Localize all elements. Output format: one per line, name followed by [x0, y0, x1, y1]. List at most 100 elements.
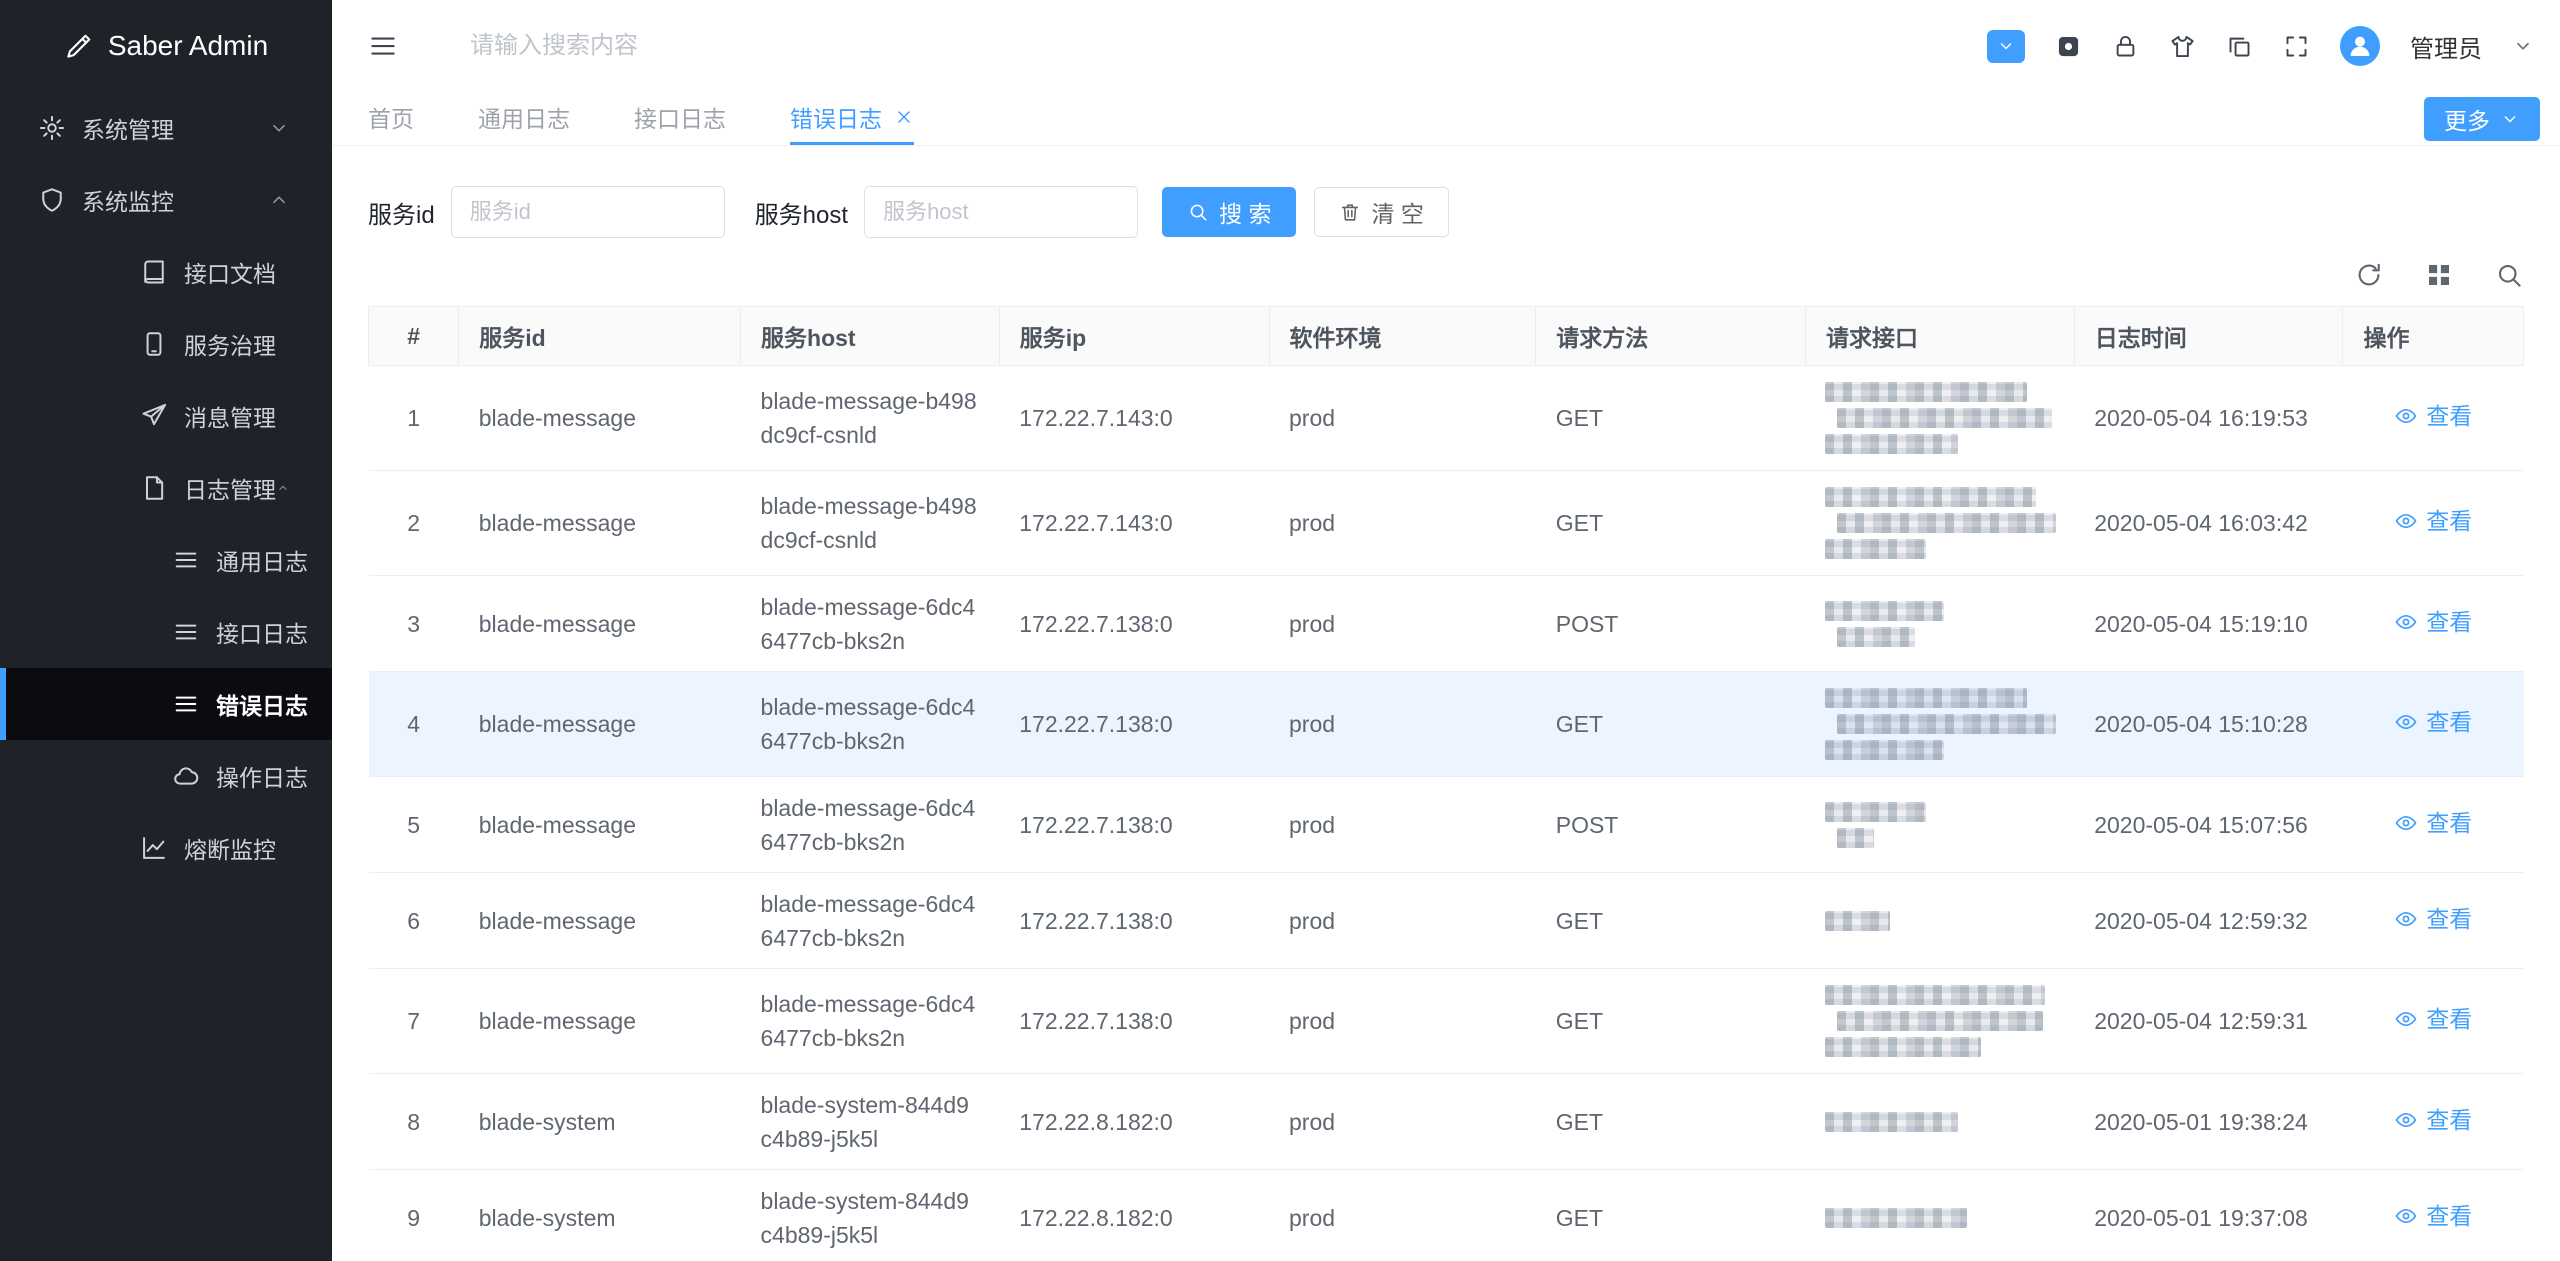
- column-header: #: [369, 307, 459, 366]
- widget-icon[interactable]: [2055, 33, 2082, 60]
- redacted-api-block: [1837, 627, 1915, 647]
- service-id-input[interactable]: [451, 186, 725, 238]
- send-icon: [140, 402, 168, 430]
- tab-首页[interactable]: 首页: [368, 92, 414, 145]
- sidebar-item-api-log[interactable]: 接口日志: [0, 596, 332, 668]
- redacted-api-block: [1825, 1037, 1981, 1057]
- page-content: 服务id 服务host 搜 索 清 空: [332, 146, 2560, 1261]
- app-window: Saber Admin 系统管理 系统监控 接口文档 服务治理 消息管理 日志管…: [0, 0, 2560, 1261]
- tab-通用日志[interactable]: 通用日志: [478, 92, 570, 145]
- column-header: 软件环境: [1269, 307, 1536, 366]
- column-header: 服务id: [459, 307, 741, 366]
- eye-icon: [2394, 710, 2418, 734]
- sidebar-item-system-management[interactable]: 系统管理: [0, 92, 332, 164]
- pen-icon: [64, 31, 94, 61]
- table-row: 2 blade-message blade-message-b498dc9cf-…: [369, 471, 2524, 576]
- search-button[interactable]: 搜 索: [1162, 187, 1296, 237]
- service-id-label: 服务id: [368, 195, 435, 230]
- list-icon: [172, 546, 200, 574]
- grid-icon[interactable]: [2424, 260, 2454, 290]
- global-search-input[interactable]: [470, 32, 900, 60]
- redacted-api-block: [1825, 382, 2026, 402]
- more-button[interactable]: 更多: [2424, 97, 2540, 141]
- shield-icon: [38, 186, 66, 214]
- redacted-api-block: [1837, 408, 2052, 428]
- service-host-input[interactable]: [864, 186, 1138, 238]
- table-row: 4 blade-message blade-message-6dc46477cb…: [369, 672, 2524, 777]
- sidebar-item-error-log[interactable]: 错误日志: [0, 668, 332, 740]
- top-header: 管理员: [332, 0, 2560, 92]
- user-name[interactable]: 管理员: [2410, 29, 2482, 64]
- view-link[interactable]: 查看: [2394, 902, 2472, 936]
- gear-icon: [38, 114, 66, 142]
- column-header: 请求方法: [1536, 307, 1806, 366]
- sidebar-item-service-governance[interactable]: 服务治理: [0, 308, 332, 380]
- user-chevron-down-icon[interactable]: [2512, 35, 2534, 57]
- filter-form: 服务id 服务host 搜 索 清 空: [368, 186, 2524, 238]
- log-table: #服务id服务host服务ip软件环境请求方法请求接口日志时间操作 1 blad…: [368, 306, 2524, 1261]
- view-link[interactable]: 查看: [2394, 1002, 2472, 1036]
- eye-icon: [2394, 907, 2418, 931]
- sidebar-item-general-log[interactable]: 通用日志: [0, 524, 332, 596]
- sidebar-menu: 系统管理 系统监控 接口文档 服务治理 消息管理 日志管理 通用日志 接口日志 …: [0, 92, 332, 884]
- refresh-icon[interactable]: [2354, 260, 2384, 290]
- redacted-api-block: [1837, 1011, 2043, 1031]
- tabs: 首页 通用日志 接口日志 错误日志: [368, 92, 978, 145]
- table-row: 8 blade-system blade-system-844d9c4b89-j…: [369, 1074, 2524, 1170]
- table-row: 3 blade-message blade-message-6dc46477cb…: [369, 576, 2524, 672]
- app-title: Saber Admin: [108, 30, 268, 62]
- redacted-api-block: [1837, 714, 2057, 734]
- tab-错误日志[interactable]: 错误日志: [790, 92, 914, 145]
- column-search-icon[interactable]: [2494, 260, 2524, 290]
- notice-badge-icon[interactable]: [1987, 30, 2025, 63]
- table-row: 9 blade-system blade-system-844d9c4b89-j…: [369, 1170, 2524, 1261]
- table-toolbar: [368, 260, 2524, 290]
- eye-icon: [2394, 509, 2418, 533]
- sidebar-item-api-docs[interactable]: 接口文档: [0, 236, 332, 308]
- view-link[interactable]: 查看: [2394, 1199, 2472, 1233]
- chevron-down-icon: [268, 117, 290, 139]
- theme-shirt-icon[interactable]: [2169, 33, 2196, 60]
- user-avatar[interactable]: [2340, 26, 2380, 66]
- tab-close-icon[interactable]: [894, 107, 914, 127]
- lock-icon[interactable]: [2112, 33, 2139, 60]
- redacted-api-block: [1825, 740, 1944, 760]
- cloud-icon: [172, 762, 200, 790]
- view-link[interactable]: 查看: [2394, 806, 2472, 840]
- more-button-label: 更多: [2444, 102, 2490, 136]
- table-row: 7 blade-message blade-message-6dc46477cb…: [369, 969, 2524, 1074]
- table-header-row: #服务id服务host服务ip软件环境请求方法请求接口日志时间操作: [369, 307, 2524, 366]
- phone-icon: [140, 330, 168, 358]
- trash-icon: [1339, 201, 1361, 223]
- table-row: 1 blade-message blade-message-b498dc9cf-…: [369, 366, 2524, 471]
- fullscreen-icon[interactable]: [2283, 33, 2310, 60]
- column-header: 操作: [2343, 307, 2524, 366]
- redacted-api-block: [1825, 539, 1926, 559]
- column-header: 日志时间: [2074, 307, 2343, 366]
- clear-button[interactable]: 清 空: [1314, 187, 1448, 237]
- view-link[interactable]: 查看: [2394, 1103, 2472, 1137]
- person-icon: [2345, 31, 2375, 61]
- tab-接口日志[interactable]: 接口日志: [634, 92, 726, 145]
- chart-icon: [140, 834, 168, 862]
- column-header: 请求接口: [1805, 307, 2074, 366]
- eye-icon: [2394, 610, 2418, 634]
- redacted-api-block: [1825, 487, 2035, 507]
- hamburger-menu-icon[interactable]: [368, 31, 398, 61]
- redacted-api-block: [1825, 1112, 1958, 1132]
- list-icon: [172, 618, 200, 646]
- app-logo: Saber Admin: [0, 0, 332, 92]
- view-link[interactable]: 查看: [2394, 504, 2472, 538]
- view-link[interactable]: 查看: [2394, 705, 2472, 739]
- sidebar-item-operation-log[interactable]: 操作日志: [0, 740, 332, 812]
- copy-icon[interactable]: [2226, 33, 2253, 60]
- sidebar-item-message-management[interactable]: 消息管理: [0, 380, 332, 452]
- table-row: 6 blade-message blade-message-6dc46477cb…: [369, 873, 2524, 969]
- sidebar-item-log-management[interactable]: 日志管理: [0, 452, 332, 524]
- sidebar-item-system-monitor[interactable]: 系统监控: [0, 164, 332, 236]
- chevron-up-icon: [268, 189, 290, 211]
- eye-icon: [2394, 1007, 2418, 1031]
- sidebar-item-circuit-monitor[interactable]: 熔断监控: [0, 812, 332, 884]
- view-link[interactable]: 查看: [2394, 605, 2472, 639]
- view-link[interactable]: 查看: [2394, 399, 2472, 433]
